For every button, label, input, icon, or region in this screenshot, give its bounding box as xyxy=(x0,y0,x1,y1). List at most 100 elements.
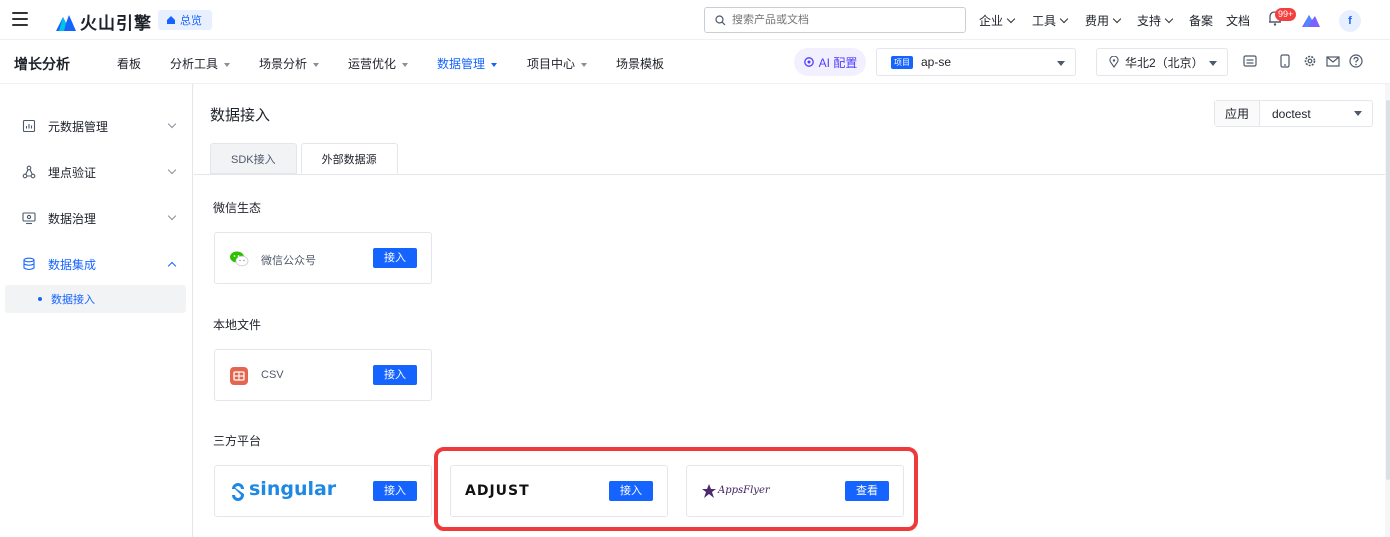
ai-config-label: AI 配置 xyxy=(818,55,858,70)
region-value: 华北2（北京） xyxy=(1125,55,1204,70)
product-nav-bar: 增长分析 看板 分析工具 场景分析 运营优化 数据管理 项目中心 场景模板 AI… xyxy=(0,40,1390,84)
nav-dashboard-label: 看板 xyxy=(117,57,142,71)
nav-data-management-label: 数据管理 xyxy=(437,57,486,71)
nav-dashboard[interactable]: 看板 xyxy=(117,55,141,72)
sidebar-item-metadata[interactable]: 元数据管理 xyxy=(0,111,193,141)
project-tag: 项目 xyxy=(891,55,913,69)
project-value: ap-se xyxy=(921,55,952,69)
nav-filing[interactable]: 备案 xyxy=(1189,12,1213,29)
nav-support[interactable]: 支持 xyxy=(1137,12,1174,29)
sidebar-subitem-data-ingest[interactable]: 数据接入 xyxy=(5,285,186,313)
sidebar-item-integration[interactable]: 数据集成 xyxy=(0,249,193,279)
ai-config-button[interactable]: AI 配置 xyxy=(794,48,866,76)
sidebar-item-tracking[interactable]: 埋点验证 xyxy=(0,157,193,187)
nav-operation[interactable]: 运营优化 xyxy=(348,55,409,72)
section-title-wechat: 微信生态 xyxy=(213,201,262,215)
nav-analysis-tools-label: 分析工具 xyxy=(170,57,219,71)
nav-enterprise[interactable]: 企业 xyxy=(979,12,1016,29)
nav-operation-label: 运营优化 xyxy=(348,57,397,71)
ai-gear-icon xyxy=(803,57,814,67)
tab-bar: SDK接入 外部数据源 xyxy=(210,143,398,174)
tab-external-source[interactable]: 外部数据源 xyxy=(300,143,398,174)
menu-icon[interactable] xyxy=(12,12,28,26)
nav-docs-label: 文档 xyxy=(1226,14,1251,28)
project-select[interactable]: 项目 ap-se xyxy=(876,48,1076,76)
source-card-singular: singular 接入 xyxy=(214,465,432,517)
caret-down-icon xyxy=(581,62,588,67)
avatar[interactable]: f xyxy=(1339,10,1361,32)
region-select[interactable]: 华北2（北京） xyxy=(1096,48,1228,76)
tab-sdk[interactable]: SDK接入 xyxy=(210,143,297,174)
home-icon xyxy=(167,16,175,24)
nav-analysis-tools[interactable]: 分析工具 xyxy=(170,55,231,72)
active-dot-icon xyxy=(38,297,42,301)
app-select-label: 应用 xyxy=(1215,101,1260,126)
page-title: 数据接入 xyxy=(210,107,271,124)
scrollbar-thumb[interactable] xyxy=(1386,100,1390,480)
singular-logo: singular xyxy=(249,478,337,500)
help-icon[interactable] xyxy=(1349,54,1363,68)
source-card-csv: CSV 接入 xyxy=(214,349,432,401)
database-icon xyxy=(23,257,35,271)
mobile-icon[interactable] xyxy=(1278,54,1292,68)
keyboard-icon[interactable] xyxy=(1243,54,1257,68)
connect-button[interactable]: 接入 xyxy=(373,481,417,501)
singular-swirl-icon xyxy=(232,483,244,501)
caret-down-icon xyxy=(1209,61,1217,66)
volcano-logo-icon xyxy=(56,14,76,31)
chevron-down-icon xyxy=(1164,14,1174,24)
connect-button[interactable]: 接入 xyxy=(373,365,417,385)
chevron-down-icon xyxy=(1059,14,1069,24)
nav-support-label: 支持 xyxy=(1137,14,1162,28)
nav-scene-analysis[interactable]: 场景分析 xyxy=(259,55,320,72)
logo[interactable]: 火山引擎 xyxy=(56,9,152,34)
app-select[interactable]: 应用 doctest xyxy=(1214,100,1373,127)
nodes-icon xyxy=(22,165,36,179)
nav-data-management[interactable]: 数据管理 xyxy=(437,55,498,72)
nav-scene-templates[interactable]: 场景模板 xyxy=(616,55,664,72)
nav-billing-label: 费用 xyxy=(1085,14,1110,28)
nav-scene-templates-label: 场景模板 xyxy=(616,57,665,71)
notification-badge: 99+ xyxy=(1275,8,1297,21)
sidebar-item-label: 埋点验证 xyxy=(48,165,97,180)
product-title: 增长分析 xyxy=(14,56,70,72)
mail-icon[interactable] xyxy=(1326,54,1340,68)
app-select-value[interactable]: doctest xyxy=(1260,101,1372,126)
chevron-down-icon xyxy=(167,165,177,175)
tab-divider xyxy=(194,174,1390,175)
chevron-down-icon xyxy=(167,211,177,221)
csv-file-icon xyxy=(230,367,248,385)
source-name: CSV xyxy=(261,369,284,381)
nav-enterprise-label: 企业 xyxy=(979,14,1004,28)
nav-billing[interactable]: 费用 xyxy=(1085,12,1122,29)
chevron-down-icon xyxy=(1112,14,1122,24)
mountain-icon[interactable] xyxy=(1302,11,1320,27)
caret-down-icon xyxy=(1354,111,1362,116)
search-icon xyxy=(715,14,726,25)
top-bar: 火山引擎 总览 企业 工具 费用 支持 备案 文档 99+ f xyxy=(0,0,1390,40)
search-input[interactable] xyxy=(732,14,932,26)
location-icon xyxy=(1109,56,1119,68)
settings-icon[interactable] xyxy=(1303,54,1317,68)
highlight-box xyxy=(434,447,918,531)
sidebar-item-label: 数据集成 xyxy=(48,257,97,272)
sidebar: 元数据管理 埋点验证 数据治理 数据集成 数据接入 xyxy=(0,84,193,537)
nav-docs[interactable]: 文档 xyxy=(1226,12,1250,29)
main-content: 数据接入 应用 doctest SDK接入 外部数据源 微信生态 微信公众号 接… xyxy=(194,84,1390,537)
section-title-local-file: 本地文件 xyxy=(213,318,262,332)
nav-project-center[interactable]: 项目中心 xyxy=(527,55,588,72)
chevron-down-icon xyxy=(1006,14,1016,24)
caret-down-icon xyxy=(1057,61,1065,66)
chevron-down-icon xyxy=(167,119,177,129)
sidebar-item-label: 元数据管理 xyxy=(48,119,109,134)
source-card-wechat: 微信公众号 接入 xyxy=(214,232,432,284)
search-box[interactable] xyxy=(704,7,966,33)
sidebar-subitem-label: 数据接入 xyxy=(51,294,95,306)
logo-text: 火山引擎 xyxy=(80,14,152,33)
chart-doc-icon xyxy=(22,119,36,133)
overview-button[interactable]: 总览 xyxy=(158,10,212,30)
nav-scene-analysis-label: 场景分析 xyxy=(259,57,308,71)
connect-button[interactable]: 接入 xyxy=(373,248,417,268)
nav-tools[interactable]: 工具 xyxy=(1032,12,1069,29)
sidebar-item-governance[interactable]: 数据治理 xyxy=(0,203,193,233)
